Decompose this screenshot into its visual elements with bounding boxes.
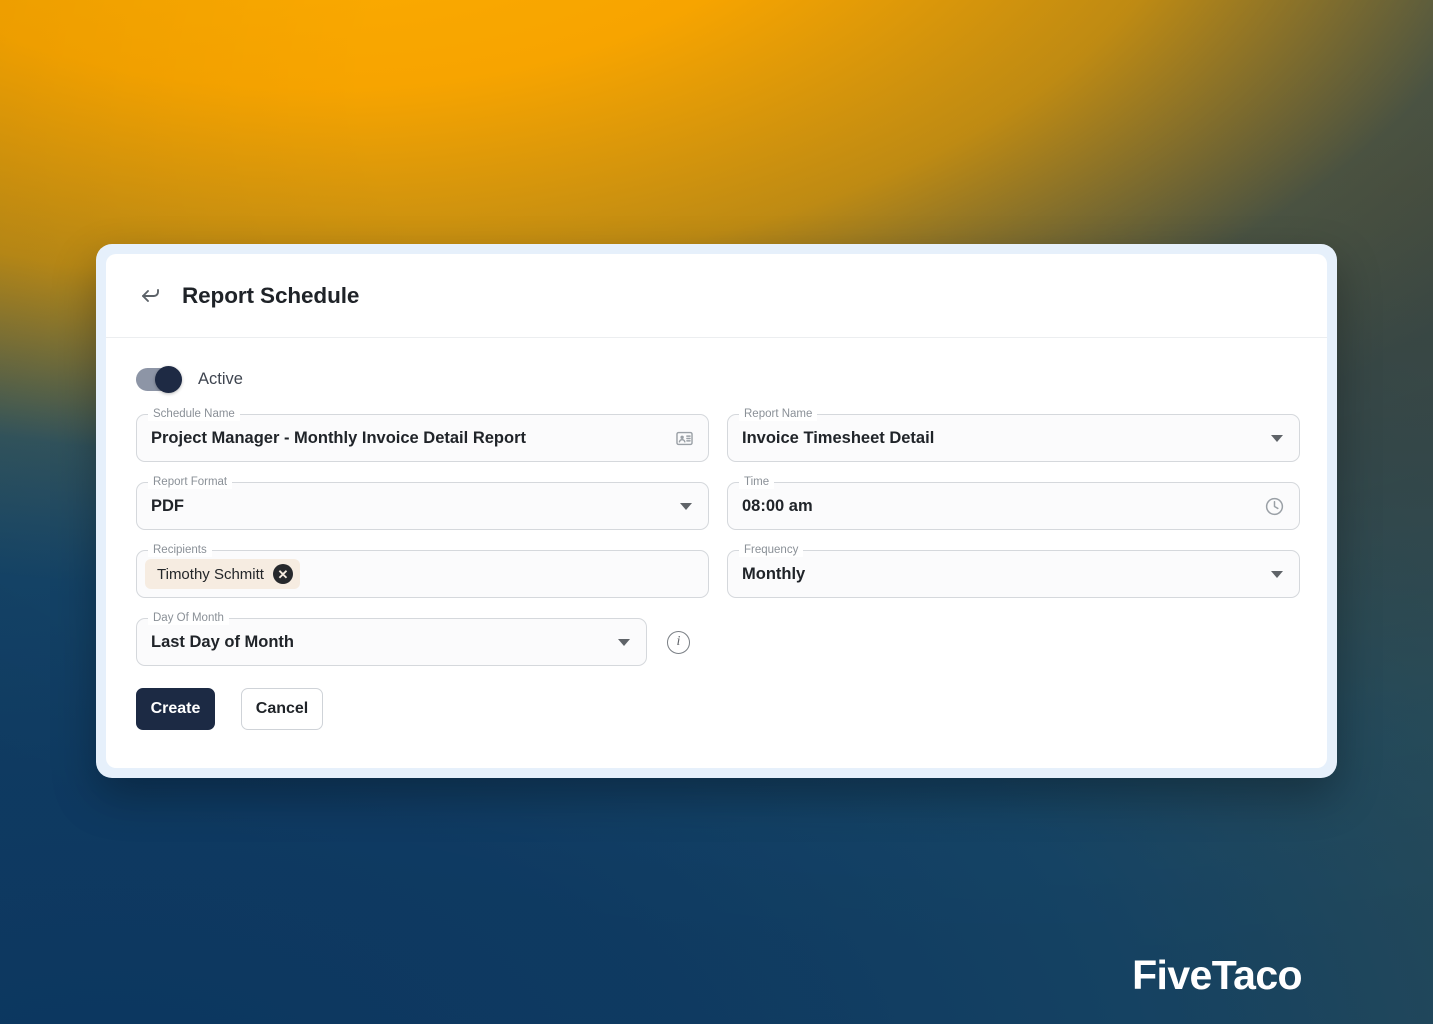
- chevron-down-icon[interactable]: [1271, 570, 1283, 578]
- report-name-value: Invoice Timesheet Detail: [742, 428, 935, 447]
- time-label: Time: [739, 475, 775, 489]
- recipients-column: Recipients Timothy Schmitt ✕: [136, 543, 709, 598]
- chevron-down-icon[interactable]: [680, 502, 692, 510]
- report-name-field[interactable]: Report Name Invoice Timesheet Detail: [727, 407, 1300, 462]
- fivetaco-watermark: FiveTaco: [1132, 952, 1302, 998]
- frequency-field[interactable]: Frequency Monthly: [727, 543, 1300, 598]
- frequency-label: Frequency: [739, 543, 804, 557]
- page-title: Report Schedule: [182, 282, 360, 308]
- recipients-label: Recipients: [148, 543, 212, 557]
- schedule-name-column: Schedule Name Project Manager - Monthly …: [136, 407, 709, 462]
- clock-icon[interactable]: [1264, 496, 1285, 517]
- contact-card-icon[interactable]: [675, 429, 694, 448]
- recipient-chip[interactable]: Timothy Schmitt ✕: [145, 559, 300, 589]
- active-toggle-row: Active: [136, 364, 1297, 394]
- schedule-name-label: Schedule Name: [148, 407, 240, 421]
- close-icon[interactable]: ✕: [272, 564, 293, 584]
- time-column: Time 08:00 am: [727, 475, 1300, 530]
- cancel-button[interactable]: Cancel: [241, 688, 323, 730]
- day-of-month-field[interactable]: Day Of Month Last Day of Month: [136, 611, 647, 666]
- create-button[interactable]: Create: [136, 688, 215, 730]
- day-of-month-label: Day Of Month: [148, 611, 229, 625]
- active-toggle[interactable]: [136, 365, 182, 393]
- field-row-3: Recipients Timothy Schmitt ✕ Frequency M…: [136, 543, 1300, 598]
- card-header: Report Schedule: [106, 254, 1327, 338]
- action-button-row: Create Cancel: [136, 688, 1297, 730]
- report-name-column: Report Name Invoice Timesheet Detail: [727, 407, 1300, 462]
- recipients-field[interactable]: Recipients Timothy Schmitt ✕: [136, 543, 709, 598]
- day-of-month-value: Last Day of Month: [151, 632, 294, 651]
- info-icon[interactable]: i: [667, 630, 690, 654]
- report-format-label: Report Format: [148, 475, 233, 489]
- field-row-1: Schedule Name Project Manager - Monthly …: [136, 407, 1300, 462]
- active-toggle-label: Active: [198, 369, 243, 388]
- day-of-month-row: Day Of Month Last Day of Month i: [136, 611, 1297, 666]
- report-format-field[interactable]: Report Format PDF: [136, 475, 709, 530]
- report-schedule-card: Report Schedule Active Schedule Name Pro…: [96, 244, 1337, 778]
- card-body: Active Schedule Name Project Manager - M…: [106, 338, 1327, 730]
- report-format-value: PDF: [151, 496, 184, 515]
- chevron-down-icon[interactable]: [1271, 434, 1283, 442]
- report-name-label: Report Name: [739, 407, 818, 421]
- schedule-name-field[interactable]: Schedule Name Project Manager - Monthly …: [136, 407, 709, 462]
- time-field[interactable]: Time 08:00 am: [727, 475, 1300, 530]
- toggle-knob: [155, 365, 182, 393]
- card-inner-panel: Report Schedule Active Schedule Name Pro…: [106, 254, 1327, 768]
- field-row-2: Report Format PDF Time 08:00 am: [136, 475, 1300, 530]
- report-format-column: Report Format PDF: [136, 475, 709, 530]
- back-arrow-icon[interactable]: [134, 279, 168, 313]
- recipient-chip-label: Timothy Schmitt: [157, 565, 264, 583]
- frequency-value: Monthly: [742, 564, 806, 583]
- frequency-column: Frequency Monthly: [727, 543, 1300, 598]
- time-value: 08:00 am: [742, 496, 813, 515]
- schedule-name-value: Project Manager - Monthly Invoice Detail…: [151, 428, 526, 447]
- chevron-down-icon[interactable]: [618, 638, 630, 646]
